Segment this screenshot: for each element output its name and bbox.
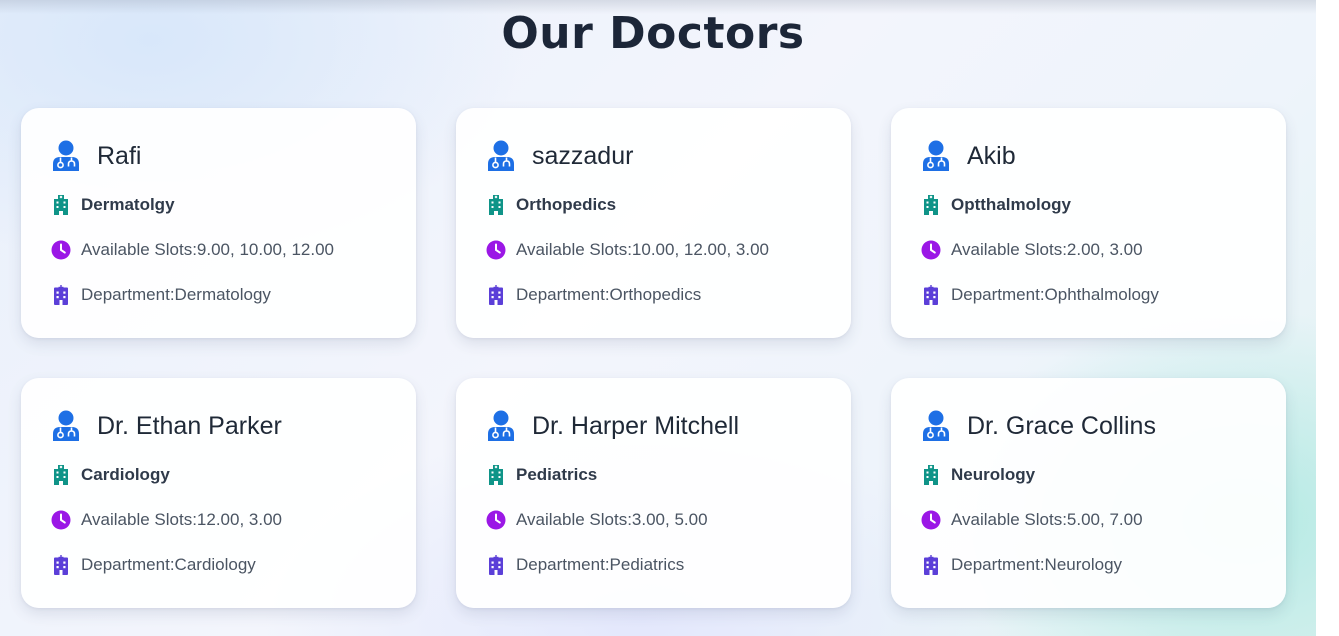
hospital-building-icon	[921, 465, 941, 485]
doctor-name: Dr. Grace Collins	[967, 411, 1156, 440]
doctor-name: Dr. Ethan Parker	[97, 411, 282, 440]
doctor-card: Dr. Ethan Parker Cardiology Available Sl…	[21, 378, 416, 608]
clock-icon	[921, 240, 941, 260]
user-doctor-icon	[51, 140, 81, 172]
department-value: Ophthalmology	[1044, 285, 1159, 304]
slots-row: Available Slots: 3.00, 5.00	[486, 510, 708, 530]
doctor-name: Akib	[967, 141, 1016, 170]
doctor-name-row: Rafi	[51, 140, 141, 172]
specialty-text: Cardiology	[81, 465, 170, 484]
department-row: Department: Orthopedics	[486, 285, 701, 305]
specialty-row: Cardiology	[51, 465, 170, 485]
department-row: Department: Dermatology	[51, 285, 271, 305]
doctor-name: Rafi	[97, 141, 142, 170]
hospital-building-icon	[486, 195, 506, 215]
clock-icon	[51, 510, 71, 530]
clock-icon	[486, 240, 506, 260]
doctor-card: Akib Optthalmology Available Slots: 2.00…	[891, 108, 1286, 338]
doctor-card: Dr. Grace Collins Neurology Available Sl…	[891, 378, 1286, 608]
slots-label: Available Slots:	[81, 240, 197, 259]
department-label: Department:	[516, 555, 610, 574]
specialty-row: Pediatrics	[486, 465, 597, 485]
hospital-building-icon	[486, 465, 506, 485]
slots-value: 2.00, 3.00	[1066, 240, 1143, 259]
specialty-text: Optthalmology	[951, 195, 1071, 214]
department-value: Pediatrics	[609, 555, 685, 574]
user-doctor-icon	[51, 410, 81, 442]
department-value: Orthopedics	[609, 285, 702, 304]
hospital-icon	[486, 555, 506, 575]
slots-row: Available Slots: 9.00, 10.00, 12.00	[51, 240, 334, 260]
clock-icon	[51, 240, 71, 260]
doctor-name: Dr. Harper Mitchell	[532, 411, 739, 440]
page-background: Our Doctors Rafi Dermatolgy Available Sl…	[0, 0, 1316, 636]
specialty-row: Orthopedics	[486, 195, 616, 215]
user-doctor-icon	[486, 140, 516, 172]
doctor-name-row: Dr. Ethan Parker	[51, 410, 282, 442]
doctor-card: Dr. Harper Mitchell Pediatrics Available…	[456, 378, 851, 608]
hospital-building-icon	[51, 465, 71, 485]
department-row: Department: Neurology	[921, 555, 1122, 575]
hospital-icon	[921, 285, 941, 305]
department-value: Dermatology	[174, 285, 271, 304]
hospital-icon	[921, 555, 941, 575]
department-label: Department:	[81, 285, 175, 304]
specialty-text: Pediatrics	[516, 465, 598, 484]
slots-value: 9.00, 10.00, 12.00	[196, 240, 334, 259]
user-doctor-icon	[921, 410, 951, 442]
department-value: Cardiology	[174, 555, 256, 574]
slots-label: Available Slots:	[516, 240, 632, 259]
user-doctor-icon	[921, 140, 951, 172]
doctor-name-row: sazzadur	[486, 140, 633, 172]
specialty-row: Neurology	[921, 465, 1035, 485]
hospital-icon	[486, 285, 506, 305]
slots-row: Available Slots: 5.00, 7.00	[921, 510, 1143, 530]
department-label: Department:	[516, 285, 610, 304]
page-title: Our Doctors	[501, 8, 805, 59]
department-label: Department:	[81, 555, 175, 574]
slots-row: Available Slots: 12.00, 3.00	[51, 510, 282, 530]
hospital-icon	[51, 285, 71, 305]
slots-label: Available Slots:	[951, 510, 1067, 529]
department-label: Department:	[951, 285, 1045, 304]
slots-row: Available Slots: 2.00, 3.00	[921, 240, 1143, 260]
department-value: Neurology	[1044, 555, 1123, 574]
doctor-name-row: Dr. Grace Collins	[921, 410, 1156, 442]
department-label: Department:	[951, 555, 1045, 574]
clock-icon	[486, 510, 506, 530]
specialty-text: Orthopedics	[516, 195, 617, 214]
slots-label: Available Slots:	[951, 240, 1067, 259]
slots-value: 3.00, 5.00	[631, 510, 708, 529]
clock-icon	[921, 510, 941, 530]
scrollbar-gutter	[1316, 0, 1339, 636]
specialty-row: Dermatolgy	[51, 195, 175, 215]
hospital-icon	[51, 555, 71, 575]
specialty-row: Optthalmology	[921, 195, 1071, 215]
slots-label: Available Slots:	[516, 510, 632, 529]
slots-label: Available Slots:	[81, 510, 197, 529]
doctor-name-row: Akib	[921, 140, 1016, 172]
department-row: Department: Pediatrics	[486, 555, 684, 575]
department-row: Department: Cardiology	[51, 555, 256, 575]
specialty-text: Dermatolgy	[81, 195, 175, 214]
hospital-building-icon	[51, 195, 71, 215]
hospital-building-icon	[921, 195, 941, 215]
slots-row: Available Slots: 10.00, 12.00, 3.00	[486, 240, 769, 260]
slots-value: 12.00, 3.00	[196, 510, 282, 529]
slots-value: 5.00, 7.00	[1066, 510, 1143, 529]
specialty-text: Neurology	[951, 465, 1036, 484]
doctor-card: sazzadur Orthopedics Available Slots: 10…	[456, 108, 851, 338]
doctor-name: sazzadur	[532, 141, 634, 170]
user-doctor-icon	[486, 410, 516, 442]
department-row: Department: Ophthalmology	[921, 285, 1159, 305]
doctor-name-row: Dr. Harper Mitchell	[486, 410, 739, 442]
slots-value: 10.00, 12.00, 3.00	[631, 240, 769, 259]
doctor-card: Rafi Dermatolgy Available Slots: 9.00, 1…	[21, 108, 416, 338]
